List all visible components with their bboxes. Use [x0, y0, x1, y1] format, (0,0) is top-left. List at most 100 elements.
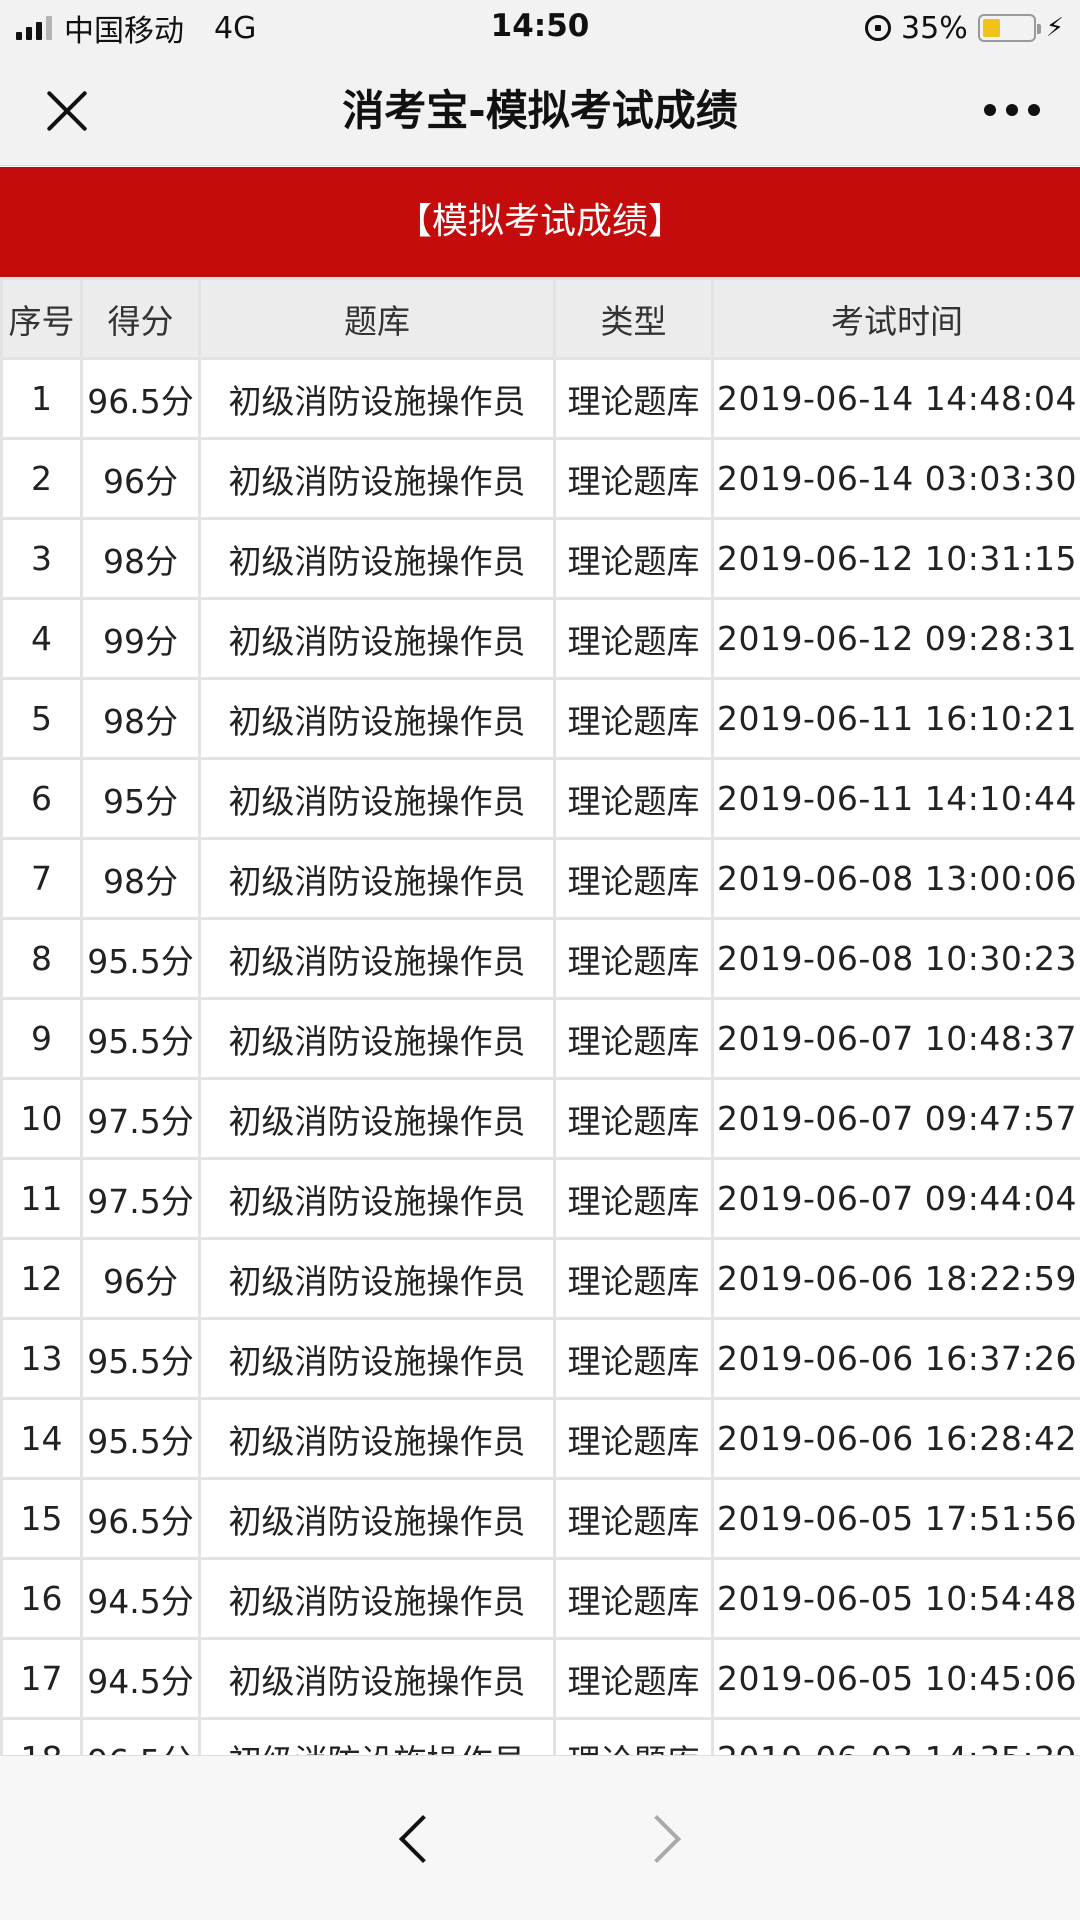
row-time: 2019-06-05 17:51:56: [711, 1477, 1080, 1560]
header-bank: 题库: [198, 277, 556, 360]
row-number: 8: [0, 917, 83, 1000]
row-bank: 初级消防设施操作员: [198, 517, 556, 600]
row-score: 95.5分: [80, 1317, 201, 1400]
battery-percent: 35%: [901, 10, 968, 46]
header-time: 考试时间: [711, 277, 1080, 360]
row-time: 2019-06-07 09:44:04: [711, 1157, 1080, 1240]
row-bank: 初级消防设施操作员: [198, 1317, 556, 1400]
row-score: 98分: [80, 677, 201, 760]
row-bank: 初级消防设施操作员: [198, 437, 556, 520]
table-row[interactable]: 7 98分 初级消防设施操作员 理论题库 2019-06-08 13:00:06: [0, 837, 1080, 920]
table-row[interactable]: 1896.5分初级消防设施操作员理论题库2019-06-03 14:35:39: [0, 1717, 1080, 1755]
table-row[interactable]: 16 94.5分 初级消防设施操作员 理论题库 2019-06-05 10:54:48: [0, 1557, 1080, 1640]
chevron-left-icon[interactable]: [382, 1808, 442, 1868]
row-type: 理论题库: [553, 1237, 714, 1320]
table-body: 1 96.5分 初级消防设施操作员 理论题库 2019-06-14 14:48:04 2 9…: [0, 357, 1080, 1755]
row-time: 2019-06-12 09:28:31: [711, 597, 1080, 680]
row-bank: 初级消防设施操作员: [198, 1157, 556, 1240]
row-type: 理论题库: [553, 1077, 714, 1160]
row-number: 7: [0, 837, 83, 920]
row-score: 96分: [80, 437, 201, 520]
row-bank: 初级消防设施操作员: [198, 677, 556, 760]
row-number: 16: [0, 1557, 83, 1640]
more-icon[interactable]: [984, 100, 1040, 120]
row-score: 99分: [80, 597, 201, 680]
row-type: 理论题库: [553, 1717, 714, 1755]
row-type: 理论题库: [553, 837, 714, 920]
row-type: 理论题库: [553, 1637, 714, 1720]
table-row[interactable]: 3 98分 初级消防设施操作员 理论题库 2019-06-12 10:31:15: [0, 517, 1080, 600]
row-time: 2019-06-06 16:37:26: [711, 1317, 1080, 1400]
table-row[interactable]: 2 96分 初级消防设施操作员 理论题库 2019-06-14 03:03:30: [0, 437, 1080, 520]
row-type: 理论题库: [553, 357, 714, 440]
chevron-right-icon[interactable]: [636, 1808, 696, 1868]
row-time: 2019-06-14 03:03:30: [711, 437, 1080, 520]
row-number: 10: [0, 1077, 83, 1160]
table-header-row: 序号 得分 题库 类型 考试时间: [0, 277, 1080, 360]
row-time: 2019-06-08 10:30:23: [711, 917, 1080, 1000]
row-bank: 初级消防设施操作员: [198, 1637, 556, 1720]
page-title: 消考宝-模拟考试成绩: [342, 86, 738, 135]
row-number: 18: [0, 1717, 83, 1755]
row-score: 94.5分: [80, 1637, 201, 1720]
row-score: 98分: [80, 517, 201, 600]
table-row[interactable]: 14 95.5分 初级消防设施操作员 理论题库 2019-06-06 16:28:42: [0, 1397, 1080, 1480]
orientation-lock-icon: [865, 15, 892, 41]
row-type: 理论题库: [553, 437, 714, 520]
table-row[interactable]: 15 96.5分 初级消防设施操作员 理论题库 2019-06-05 17:51:56: [0, 1477, 1080, 1560]
row-type: 理论题库: [553, 997, 714, 1080]
row-type: 理论题库: [553, 597, 714, 680]
row-time: 2019-06-08 13:00:06: [711, 837, 1080, 920]
table-row[interactable]: 11 97.5分 初级消防设施操作员 理论题库 2019-06-07 09:44:04: [0, 1157, 1080, 1240]
row-type: 理论题库: [553, 917, 714, 1000]
row-number: 12: [0, 1237, 83, 1320]
row-bank: 初级消防设施操作员: [198, 1237, 556, 1320]
row-bank: 初级消防设施操作员: [198, 1397, 556, 1480]
phone-screen: 中国移动 4G 14:50 35% ⚡ 消考宝-模拟考试成绩 【模拟考试成绩】 …: [0, 0, 1080, 1920]
row-type: 理论题库: [553, 677, 714, 760]
row-bank: 初级消防设施操作员: [198, 1557, 556, 1640]
table-row[interactable]: 1 96.5分 初级消防设施操作员 理论题库 2019-06-14 14:48:04: [0, 357, 1080, 440]
row-type: 理论题库: [553, 1317, 714, 1400]
battery-level: [982, 19, 1000, 37]
battery-icon: [977, 14, 1041, 42]
close-icon[interactable]: [44, 88, 90, 134]
header-type: 类型: [553, 277, 714, 360]
results-table-container[interactable]: 序号 得分 题库 类型 考试时间 1 96.5分 初级消防设施操作员 理论题库 2019…: [0, 277, 1080, 1755]
table-row[interactable]: 12 96分 初级消防设施操作员 理论题库 2019-06-06 18:22:59: [0, 1237, 1080, 1320]
table-row[interactable]: 6 95分 初级消防设施操作员 理论题库 2019-06-11 14:10:44: [0, 757, 1080, 840]
row-time: 2019-06-06 16:28:42: [711, 1397, 1080, 1480]
header-score: 得分: [80, 277, 201, 360]
row-bank: 初级消防设施操作员: [198, 597, 556, 680]
row-score: 96.5分: [80, 1717, 201, 1755]
charging-icon: ⚡: [1045, 13, 1064, 43]
table-row[interactable]: 5 98分 初级消防设施操作员 理论题库 2019-06-11 16:10:21: [0, 677, 1080, 760]
row-number: 15: [0, 1477, 83, 1560]
row-score: 96.5分: [80, 1477, 201, 1560]
row-bank: 初级消防设施操作员: [198, 357, 556, 440]
table-row[interactable]: 13 95.5分 初级消防设施操作员 理论题库 2019-06-06 16:37:26: [0, 1317, 1080, 1400]
section-banner: 【模拟考试成绩】: [0, 167, 1080, 277]
row-number: 1: [0, 357, 83, 440]
row-time: 2019-06-06 18:22:59: [711, 1237, 1080, 1320]
row-number: 4: [0, 597, 83, 680]
row-number: 2: [0, 437, 83, 520]
status-right: 35% ⚡: [865, 8, 1064, 48]
row-number: 11: [0, 1157, 83, 1240]
nav-bar: 消考宝-模拟考试成绩: [0, 56, 1080, 166]
row-number: 5: [0, 677, 83, 760]
table-row[interactable]: 9 95.5分 初级消防设施操作员 理论题库 2019-06-07 10:48:37: [0, 997, 1080, 1080]
table-row[interactable]: 10 97.5分 初级消防设施操作员 理论题库 2019-06-07 09:47:57: [0, 1077, 1080, 1160]
table-row[interactable]: 17 94.5分 初级消防设施操作员 理论题库 2019-06-05 10:45:06: [0, 1637, 1080, 1720]
row-number: 3: [0, 517, 83, 600]
row-score: 97.5分: [80, 1157, 201, 1240]
row-number: 13: [0, 1317, 83, 1400]
row-bank: 初级消防设施操作员: [198, 917, 556, 1000]
table-row[interactable]: 8 95.5分 初级消防设施操作员 理论题库 2019-06-08 10:30:23: [0, 917, 1080, 1000]
row-score: 97.5分: [80, 1077, 201, 1160]
bottom-toolbar: [0, 1755, 1080, 1920]
table-row[interactable]: 4 99分 初级消防设施操作员 理论题库 2019-06-12 09:28:31: [0, 597, 1080, 680]
row-score: 98分: [80, 837, 201, 920]
row-type: 理论题库: [553, 1397, 714, 1480]
row-number: 9: [0, 997, 83, 1080]
